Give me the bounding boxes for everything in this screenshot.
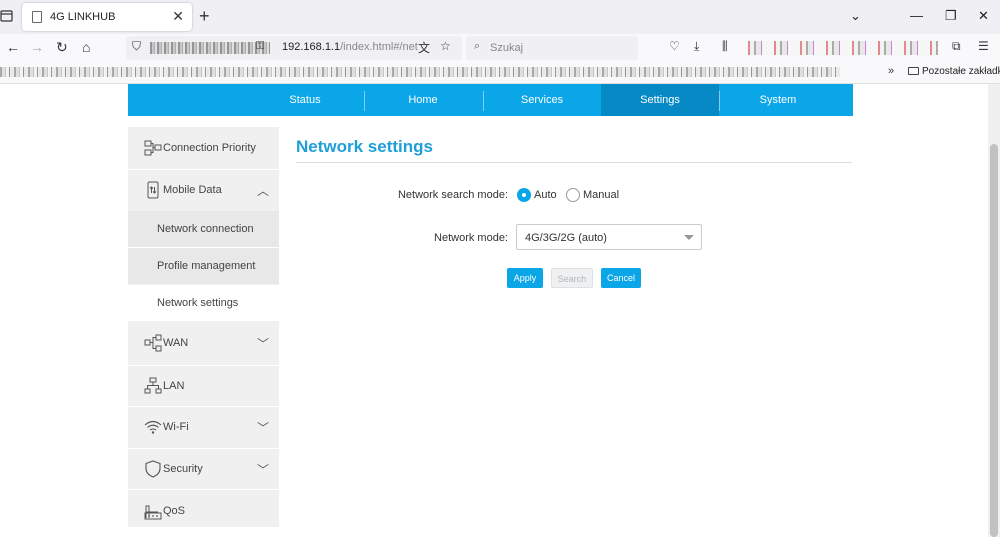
home-icon[interactable]: ⌂ <box>82 39 90 55</box>
sidebar-item-mobile-data[interactable]: Mobile Data ︿ <box>128 170 279 210</box>
lan-icon <box>144 377 162 394</box>
radio-manual-label[interactable]: Manual <box>583 189 619 201</box>
other-bookmarks[interactable]: Pozostałe zakładki <box>908 66 1000 77</box>
search-placeholder: Szukaj <box>490 42 524 54</box>
bookmark-star-icon[interactable]: ☆ <box>440 39 451 53</box>
sidebar-label: Mobile Data <box>163 184 222 196</box>
sidebar-label: Network connection <box>157 223 254 235</box>
sidebar-label: Security <box>163 463 203 475</box>
search-button[interactable]: Search <box>551 268 593 288</box>
mobile-data-icon <box>147 181 159 199</box>
nav-settings[interactable]: Settings <box>601 84 719 116</box>
restore-button[interactable]: ❐ <box>945 8 957 24</box>
tab-list-icon[interactable] <box>0 8 14 24</box>
nav-status[interactable]: Status <box>246 84 364 116</box>
chevron-up-icon: ︿ <box>256 184 269 198</box>
wifi-icon <box>144 420 162 434</box>
library-icon[interactable]: ⫼ <box>722 39 728 54</box>
sidebar-item-wan[interactable]: WAN ﹀ <box>128 323 279 363</box>
radio-auto[interactable] <box>517 188 531 202</box>
url-text: 192.168.1.1/index.html#/net <box>282 41 418 53</box>
nav-services[interactable]: Services <box>483 84 601 116</box>
wan-icon <box>144 334 162 352</box>
sidebar-subitem-profile-management[interactable]: Profile management <box>128 248 279 284</box>
qos-icon <box>144 505 162 520</box>
blurred-url-region <box>150 42 270 54</box>
tab-overflow-icon[interactable]: ⌄ <box>850 8 861 24</box>
tab-title: 4G LINKHUB <box>50 11 116 23</box>
sidebar-subitem-network-connection[interactable]: Network connection <box>128 211 279 247</box>
translate-icon[interactable]: 文 <box>418 39 430 56</box>
downloads-icon[interactable]: ⤓ <box>694 39 699 54</box>
page-title: Network settings <box>296 137 433 156</box>
sidebar-label: Profile management <box>157 260 256 272</box>
close-tab-icon[interactable]: ✕ <box>172 8 184 25</box>
shield-icon <box>145 460 161 478</box>
sidebar-item-wifi[interactable]: Wi-Fi ﹀ <box>128 407 279 447</box>
network-mode-select[interactable]: 4G/3G/2G (auto) <box>516 224 702 250</box>
key-icon[interactable]: ⚿ <box>256 40 264 53</box>
sidebar-divider <box>128 489 279 490</box>
network-mode-value: 4G/3G/2G (auto) <box>525 232 607 244</box>
sidebar-label: Wi-Fi <box>163 421 189 433</box>
nav-system[interactable]: System <box>719 84 837 116</box>
network-mode-label: Network mode: <box>434 232 508 244</box>
top-navigation: Status Home Services Settings System <box>128 84 853 116</box>
apply-button[interactable]: Apply <box>507 268 543 288</box>
sidebar-item-connection-priority[interactable]: Connection Priority <box>128 128 279 168</box>
browser-nav-bar: ← → ↻ ⌂ ⛉ ⚿ 192.168.1.1/index.html#/net … <box>0 34 1000 62</box>
cancel-button[interactable]: Cancel <box>601 268 641 288</box>
scrollbar-thumb[interactable] <box>990 144 998 537</box>
browser-tab[interactable]: 4G LINKHUB ✕ <box>22 3 192 31</box>
search-icon: ⌕ <box>474 40 481 52</box>
forward-icon[interactable]: → <box>30 39 44 55</box>
connection-priority-icon <box>144 140 162 156</box>
page-scrollbar[interactable] <box>988 84 1000 537</box>
sidebar-item-security[interactable]: Security ﹀ <box>128 449 279 489</box>
close-window-button[interactable]: ✕ <box>978 8 989 24</box>
sidebar-label: Network settings <box>157 297 239 309</box>
blurred-bookmarks <box>0 67 840 77</box>
folder-icon <box>908 67 919 75</box>
address-bar[interactable]: ⛉ ⚿ 192.168.1.1/index.html#/net 文 ☆ <box>126 36 462 60</box>
search-bar[interactable]: ⌕ Szukaj <box>466 36 638 60</box>
minimize-button[interactable]: — <box>910 8 923 23</box>
menu-icon[interactable]: ☰ <box>978 39 989 53</box>
chevron-down-icon: ﹀ <box>256 337 269 351</box>
sidebar-label: QoS <box>163 505 186 517</box>
tracking-protection-icon[interactable]: ⛉ <box>132 39 141 54</box>
sidebar-label: Connection Priority <box>163 142 256 154</box>
radio-manual[interactable] <box>566 188 580 202</box>
reload-icon[interactable]: ↻ <box>56 39 68 56</box>
sidebar-label: LAN <box>163 380 185 392</box>
sidebar-item-qos[interactable]: QoS <box>128 491 279 531</box>
chevron-down-icon: ﹀ <box>256 421 269 435</box>
browser-tab-bar: 4G LINKHUB ✕ + ⌄ — ❐ ✕ <box>0 0 1000 34</box>
page-icon <box>32 11 42 23</box>
dropdown-arrow-icon <box>684 235 694 240</box>
more-bookmarks-icon[interactable]: » <box>888 65 894 77</box>
search-mode-label: Network search mode: <box>397 189 508 201</box>
title-divider <box>296 162 852 163</box>
extensions-icon[interactable]: ⧉ <box>952 39 961 54</box>
sidebar-label: WAN <box>163 337 189 349</box>
back-icon[interactable]: ← <box>6 39 20 55</box>
chevron-down-icon: ﹀ <box>256 463 269 477</box>
bookmarks-bar: » Pozostałe zakładki <box>0 62 1000 84</box>
sidebar-item-lan[interactable]: LAN <box>128 366 279 406</box>
new-tab-button[interactable]: + <box>199 6 210 27</box>
nav-home[interactable]: Home <box>364 84 482 116</box>
radio-auto-label[interactable]: Auto <box>534 189 557 201</box>
extension-icons[interactable] <box>748 41 938 55</box>
sidebar-subitem-network-settings[interactable]: Network settings <box>128 285 279 321</box>
pocket-icon[interactable]: ♡ <box>669 39 680 53</box>
